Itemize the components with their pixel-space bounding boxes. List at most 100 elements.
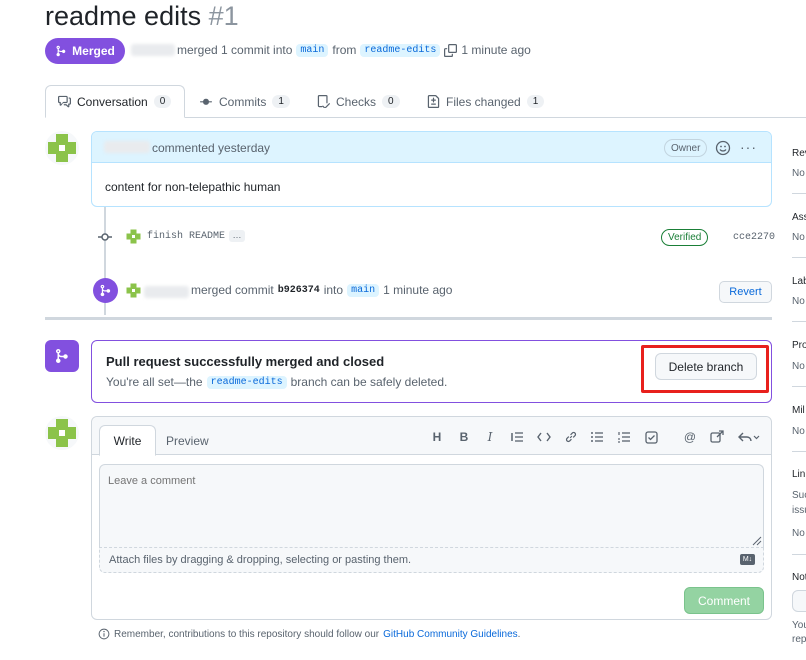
sidebar-divider [792,386,806,387]
community-guidelines-link[interactable]: GitHub Community Guidelines [383,629,518,640]
preview-tab[interactable]: Preview [166,425,209,456]
file-diff-icon [427,95,440,108]
merge-event-text: merged commit b926374 into main 1 minute… [191,283,452,297]
comment-body: content for non-telepathic human [105,180,281,194]
sidebar-assignees-label[interactable]: Ass [792,212,806,223]
merged-desc-branch[interactable]: readme-edits [206,375,287,389]
sidebar-milestone-label[interactable]: Mil [792,405,806,416]
cross-reference-icon[interactable] [709,429,725,445]
task-list-icon[interactable] [643,429,659,445]
tab-commits[interactable]: Commits 1 [199,85,290,118]
base-branch[interactable]: main [296,43,329,57]
comment-button[interactable]: Comment [684,587,764,614]
subscribe-button[interactable] [792,590,806,612]
bold-icon[interactable]: B [456,429,472,445]
revert-button[interactable]: Revert [719,281,772,303]
verified-badge[interactable]: Verified [661,229,709,246]
current-user-avatar[interactable] [45,416,79,450]
merge-icon [56,45,66,57]
sidebar-notifications-label[interactable]: Not [792,572,806,583]
tab-commits-count: 1 [272,95,290,108]
author-redacted [131,44,175,56]
guidelines-suffix: . [517,628,521,640]
commit-message[interactable]: finish README [147,231,225,242]
code-icon[interactable] [536,429,552,445]
sidebar-assignees-value: No [792,232,805,243]
tab-conversation[interactable]: Conversation 0 [45,85,185,118]
commit-author-avatar[interactable] [125,228,142,245]
markdown-icon[interactable]: M↓ [740,554,755,565]
sidebar-notifications-desc2: rep [792,634,806,645]
sidebar-linked-issues-desc2: issu [792,505,806,516]
tab-checks-label: Checks [336,94,377,109]
copy-icon[interactable] [444,43,458,57]
commit-expand-button[interactable]: … [229,230,245,242]
quote-icon[interactable] [509,429,525,445]
tab-checks-count: 0 [382,95,400,108]
heading-icon[interactable]: H [429,429,445,445]
tab-commits-label: Commits [219,94,267,109]
write-tab[interactable]: Write [99,425,156,456]
sidebar-divider [792,451,806,452]
smiley-icon[interactable] [715,140,731,159]
merge-event-icon [93,278,118,303]
tab-files-changed[interactable]: Files changed 1 [427,85,545,118]
tab-conversation-label: Conversation [77,94,148,109]
comment-textarea[interactable] [99,464,764,547]
merge-commit-sha[interactable]: b926374 [278,285,320,296]
commenter-redacted [104,141,150,153]
sidebar-divider [792,554,806,555]
tab-checks[interactable]: Checks 0 [317,85,400,118]
merged-panel-desc: You're all set—the readme-edits branch c… [106,375,447,389]
sidebar-divider [792,193,806,194]
info-icon [98,628,110,640]
avatar[interactable] [45,131,79,165]
merger-avatar[interactable] [125,282,142,299]
sidebar-divider [792,257,806,258]
commit-node-icon [98,230,112,247]
attach-files-text: Attach files by dragging & dropping, sel… [109,554,412,566]
merged-status-badge: Merged [45,38,125,64]
merged-desc-suffix: branch can be safely deleted. [290,375,448,389]
pr-title: readme edits [45,1,202,31]
pr-meta: merged 1 commit into main from readme-ed… [177,43,531,57]
merged-status-label: Merged [72,44,115,58]
page-title: readme edits #1 [45,0,239,32]
pr-number: #1 [208,1,239,31]
comment-header-text: commented yesterday [152,141,271,155]
merge-target-branch[interactable]: main [347,283,380,297]
comment-icon [58,95,71,108]
merge-into-text: into [323,283,344,297]
link-icon[interactable] [563,429,579,445]
bulleted-list-icon[interactable] [589,429,605,445]
sidebar-notifications-desc: You [792,620,806,631]
kebab-menu-icon[interactable]: ··· [740,139,757,155]
sidebar-projects-label[interactable]: Pro [792,340,806,351]
mention-icon[interactable]: @ [682,429,698,445]
merged-desc-prefix: You're all set—the [106,375,203,389]
owner-badge: Owner [664,139,708,157]
highlight-frame [641,345,769,393]
head-branch[interactable]: readme-edits [360,43,441,57]
numbered-list-icon[interactable] [616,429,632,445]
tab-conversation-count: 0 [153,95,172,108]
italic-icon[interactable]: I [482,429,498,445]
commit-sha[interactable]: cce2270 [733,232,775,243]
sidebar-labels-value: No [792,296,805,307]
sidebar-milestone-value: No [792,426,805,437]
sidebar-linked-issues-desc: Suc [792,490,806,501]
sidebar-linked-issues-label[interactable]: Linl [792,469,806,480]
merge-time: 1 minute ago [461,43,531,57]
sidebar-reviewers-value: No [792,168,805,179]
saved-replies-icon[interactable] [737,429,761,445]
tab-files-changed-label: Files changed [446,94,521,109]
merged-text: merged 1 commit into [177,43,293,57]
sidebar-reviewers-label[interactable]: Rev [792,148,806,159]
timeline-separator [45,317,772,320]
attach-files-bar[interactable]: Attach files by dragging & dropping, sel… [99,547,764,573]
sidebar-labels-label[interactable]: Lab [792,276,806,287]
merge-event-time: 1 minute ago [383,283,453,297]
commit-icon [200,98,212,105]
from-text: from [332,43,357,57]
sidebar-linked-issues-value: No [792,528,805,539]
